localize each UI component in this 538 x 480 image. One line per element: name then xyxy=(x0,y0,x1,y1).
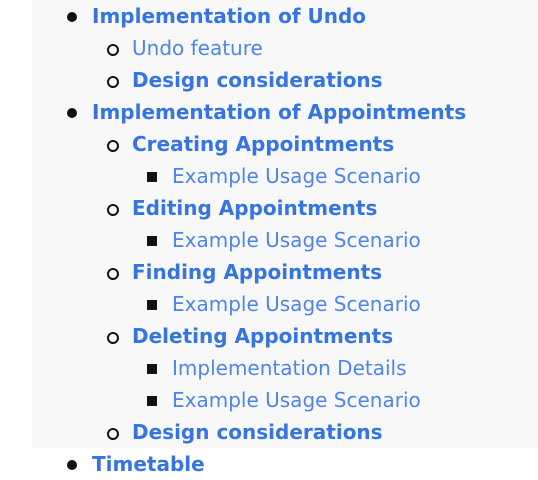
disc-bullet-icon xyxy=(67,460,77,470)
toc-item-finding-usage[interactable]: Example Usage Scenario xyxy=(172,288,421,320)
toc-link-undo-feature[interactable]: Undo feature xyxy=(132,36,263,60)
toc-link-appointments-design[interactable]: Design considerations xyxy=(132,420,383,444)
table-of-contents: Implementation of Undo Undo feature Desi… xyxy=(0,0,538,478)
toc-item-editing[interactable]: Editing Appointments xyxy=(132,192,377,224)
toc-link-timetable[interactable]: Timetable xyxy=(92,452,205,476)
toc-link-editing-usage[interactable]: Example Usage Scenario xyxy=(172,228,421,252)
square-bullet-icon xyxy=(147,300,157,310)
toc-link-appointments[interactable]: Implementation of Appointments xyxy=(92,100,466,124)
circle-bullet-icon xyxy=(107,44,119,56)
toc-item-deleting[interactable]: Deleting Appointments xyxy=(132,320,393,352)
square-bullet-icon xyxy=(147,172,157,182)
toc-item-timetable[interactable]: Timetable xyxy=(92,448,205,480)
circle-bullet-icon xyxy=(107,76,119,88)
toc-item-creating[interactable]: Creating Appointments xyxy=(132,128,394,160)
toc-link-finding-usage[interactable]: Example Usage Scenario xyxy=(172,292,421,316)
circle-bullet-icon xyxy=(107,332,119,344)
toc-link-deleting-usage[interactable]: Example Usage Scenario xyxy=(172,388,421,412)
toc-item-editing-usage[interactable]: Example Usage Scenario xyxy=(172,224,421,256)
toc-link-deleting[interactable]: Deleting Appointments xyxy=(132,324,393,348)
toc-item-finding[interactable]: Finding Appointments xyxy=(132,256,382,288)
toc-item-undo[interactable]: Implementation of Undo xyxy=(92,0,366,32)
toc-link-finding[interactable]: Finding Appointments xyxy=(132,260,382,284)
toc-link-deleting-details[interactable]: Implementation Details xyxy=(172,356,407,380)
toc-item-appointments-design[interactable]: Design considerations xyxy=(132,416,383,448)
toc-item-undo-design[interactable]: Design considerations xyxy=(132,64,383,96)
square-bullet-icon xyxy=(147,396,157,406)
toc-item-creating-usage[interactable]: Example Usage Scenario xyxy=(172,160,421,192)
toc-link-undo[interactable]: Implementation of Undo xyxy=(92,4,366,28)
toc-item-undo-feature[interactable]: Undo feature xyxy=(132,32,263,64)
toc-link-creating-usage[interactable]: Example Usage Scenario xyxy=(172,164,421,188)
toc-link-undo-design[interactable]: Design considerations xyxy=(132,68,383,92)
circle-bullet-icon xyxy=(107,428,119,440)
disc-bullet-icon xyxy=(67,108,77,118)
square-bullet-icon xyxy=(147,364,157,374)
toc-link-creating[interactable]: Creating Appointments xyxy=(132,132,394,156)
square-bullet-icon xyxy=(147,236,157,246)
toc-item-deleting-details[interactable]: Implementation Details xyxy=(172,352,407,384)
circle-bullet-icon xyxy=(107,268,119,280)
toc-link-editing[interactable]: Editing Appointments xyxy=(132,196,377,220)
circle-bullet-icon xyxy=(107,140,119,152)
disc-bullet-icon xyxy=(67,12,77,22)
toc-item-deleting-usage[interactable]: Example Usage Scenario xyxy=(172,384,421,416)
circle-bullet-icon xyxy=(107,204,119,216)
toc-item-appointments[interactable]: Implementation of Appointments xyxy=(92,96,466,128)
